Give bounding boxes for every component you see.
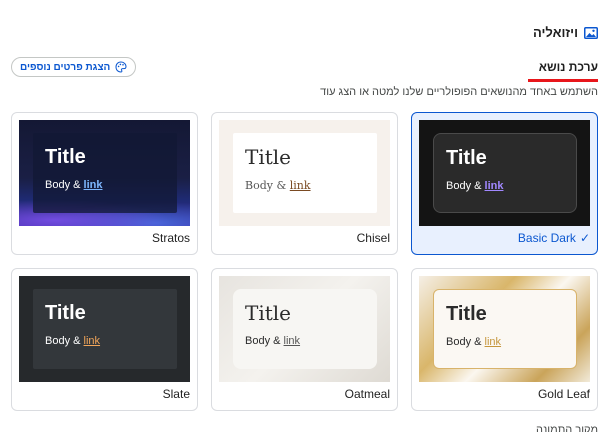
preview-link: link: [484, 336, 502, 348]
preview-link: link: [83, 335, 101, 347]
preview-content: Title Body & link: [433, 289, 577, 369]
preview-body: Body & link: [45, 179, 103, 191]
image-icon: [584, 26, 598, 39]
preview-content: Title Body & link: [33, 133, 177, 213]
preview-title: Title: [446, 303, 487, 325]
preview-content: Title Body & link: [233, 289, 377, 369]
theme-card-oatmeal[interactable]: Title Body & link Oatmeal: [211, 268, 398, 411]
theme-card-stratos[interactable]: Title Body & link Stratos: [11, 112, 198, 255]
theme-card-basic-dark[interactable]: Title Body & link Basic Dark ✓: [411, 112, 598, 255]
theme-preview: Title Body & link: [219, 120, 390, 226]
checkmark-icon: ✓: [579, 231, 590, 245]
theme-preview: Title Body & link: [419, 120, 590, 226]
preview-title: Title: [245, 301, 292, 325]
theme-preview: Title Body & link: [19, 120, 190, 226]
theme-name: Stratos: [151, 231, 190, 245]
theme-preview: Title Body & link: [19, 276, 190, 382]
preview-body: Body & link: [446, 336, 502, 348]
preview-link: link: [83, 179, 103, 191]
section-header: ויזואליה: [533, 25, 598, 40]
theme-card-slate[interactable]: Title Body & link Slate: [11, 268, 198, 411]
theme-preview: Title Body & link: [219, 276, 390, 382]
show-more-details-label: הצגת פרטים נוספים: [20, 61, 111, 73]
preview-title: Title: [45, 146, 86, 168]
tab-theme[interactable]: ערכת נושא: [539, 60, 598, 74]
theme-description: השתמש באחד מהנושאים הפופולריים שלנו למטה…: [320, 86, 598, 98]
preview-content: Title Body & link: [33, 289, 177, 369]
preview-title: Title: [45, 302, 86, 324]
palette-icon: [115, 61, 127, 73]
preview-link: link: [484, 180, 504, 192]
theme-card-chisel[interactable]: Title Body & link Chisel: [211, 112, 398, 255]
theme-name: Slate: [162, 387, 190, 401]
theme-name: Chisel: [356, 231, 390, 245]
preview-title: Title: [446, 147, 487, 169]
preview-body: Body & link: [446, 180, 504, 192]
preview-title: Title: [245, 145, 292, 169]
preview-link: link: [289, 179, 311, 192]
preview-body: Body & link: [245, 335, 301, 347]
show-more-details-button[interactable]: הצגת פרטים נוספים: [11, 57, 137, 77]
preview-content: Title Body & link: [233, 133, 377, 213]
theme-preview: Title Body & link: [419, 276, 590, 382]
theme-name: Basic Dark ✓: [517, 231, 590, 245]
theme-name: Gold Leaf: [537, 387, 590, 401]
tab-active-indicator: [528, 79, 598, 82]
section-title: ויזואליה: [532, 25, 578, 40]
preview-body: Body & link: [245, 179, 311, 192]
next-section-label: מקור התמונה: [536, 424, 598, 432]
preview-content: Title Body & link: [433, 133, 577, 213]
theme-card-gold-leaf[interactable]: Title Body & link Gold Leaf: [411, 268, 598, 411]
preview-link: link: [283, 335, 301, 347]
theme-name: Oatmeal: [344, 387, 390, 401]
preview-body: Body & link: [45, 335, 101, 347]
